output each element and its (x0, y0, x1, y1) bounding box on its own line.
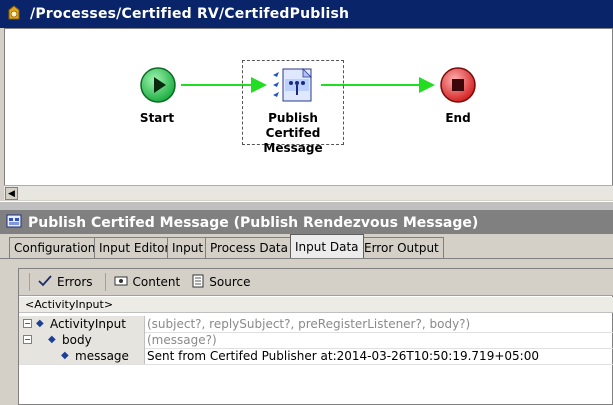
collapse-icon[interactable]: − (23, 335, 32, 344)
tree-node-name: message (75, 349, 129, 363)
activity-label: Publish Certifed Message (243, 111, 343, 156)
collapse-icon[interactable]: − (23, 319, 32, 328)
source-document-icon (192, 274, 204, 291)
panel-header: Publish Certifed Message (Publish Rendez… (0, 211, 613, 234)
tree-node-type: (message?) (147, 333, 217, 347)
tree-name-cell: − ◆ ActivityInput (19, 316, 145, 332)
end-node[interactable] (439, 66, 477, 104)
tree-row-body[interactable]: − ◆ body (message?) (19, 332, 613, 348)
canvas-horizontal-scrollbar[interactable]: ◀ (4, 185, 613, 200)
panel-title: Publish Certifed Message (Publish Rendez… (28, 214, 479, 231)
data-toolbar: Errors Content Source (19, 269, 613, 296)
panel-tabs: Configuration Input Editor Input Process… (0, 234, 613, 260)
element-diamond-icon: ◆ (61, 350, 69, 361)
content-label: Content (132, 275, 181, 289)
source-label: Source (209, 275, 251, 289)
element-diamond-icon: ◆ (48, 334, 56, 345)
tree-name-cell: ◆ message (19, 348, 145, 364)
errors-label: Errors (57, 275, 93, 289)
scroll-left-icon[interactable]: ◀ (5, 187, 18, 200)
process-icon (6, 4, 22, 25)
pane-splitter[interactable] (0, 201, 613, 211)
tree-row-message[interactable]: ◆ message Sent from Certifed Publisher a… (19, 348, 613, 364)
input-data-content: Errors Content Source <ActivityInput> − (0, 260, 613, 405)
start-label: Start (139, 111, 175, 125)
source-button[interactable]: Source (192, 274, 250, 291)
tree-node-name: body (62, 333, 92, 347)
tree-node-value: Sent from Certifed Publisher at:2014-03-… (147, 349, 539, 363)
window-title: /Processes/Certified RV/CertifedPublish (30, 6, 350, 22)
content-button[interactable]: Content (114, 275, 181, 289)
process-canvas[interactable]: Start Publish Certifed Message End (4, 28, 613, 200)
input-data-view: Errors Content Source <ActivityInput> − (18, 268, 613, 405)
row-divider (19, 364, 613, 365)
tab-error-output[interactable]: Error Output (359, 237, 444, 258)
tab-configuration[interactable]: Configuration (9, 237, 101, 258)
activity-node-publish[interactable]: Publish Certifed Message (242, 60, 344, 155)
element-diamond-icon: ◆ (36, 318, 44, 329)
content-icon (114, 275, 128, 289)
tree-node-name: ActivityInput (50, 317, 126, 331)
activity-label-line2: Message (263, 141, 323, 155)
checkmark-icon (38, 274, 52, 290)
tree-node-type: (subject?, replySubject?, preRegisterLis… (147, 317, 471, 331)
start-node[interactable] (139, 66, 177, 104)
tree-row-activityinput[interactable]: − ◆ ActivityInput (subject?, replySubjec… (19, 316, 613, 332)
toolbar-separator (29, 273, 30, 291)
end-label: End (445, 111, 471, 125)
toolbar-separator-2 (104, 273, 106, 291)
errors-button[interactable]: Errors (38, 274, 93, 290)
tree-name-cell: − ◆ body (19, 332, 145, 348)
tab-input-editor[interactable]: Input Editor (94, 237, 175, 258)
window-titlebar: /Processes/Certified RV/CertifedPublish (0, 0, 613, 28)
end-icon (440, 67, 476, 103)
tab-input[interactable]: Input (167, 237, 209, 258)
publish-rendezvous-icon (271, 67, 317, 108)
activity-label-line1: Publish Certifed (265, 111, 321, 140)
tree-root-breadcrumb: <ActivityInput> (19, 297, 613, 313)
tab-input-data[interactable]: Input Data (290, 234, 364, 258)
start-icon (140, 67, 176, 103)
tab-process-data[interactable]: Process Data (205, 237, 293, 258)
tab-baseline (0, 258, 613, 259)
activity-panel-icon (6, 214, 22, 231)
